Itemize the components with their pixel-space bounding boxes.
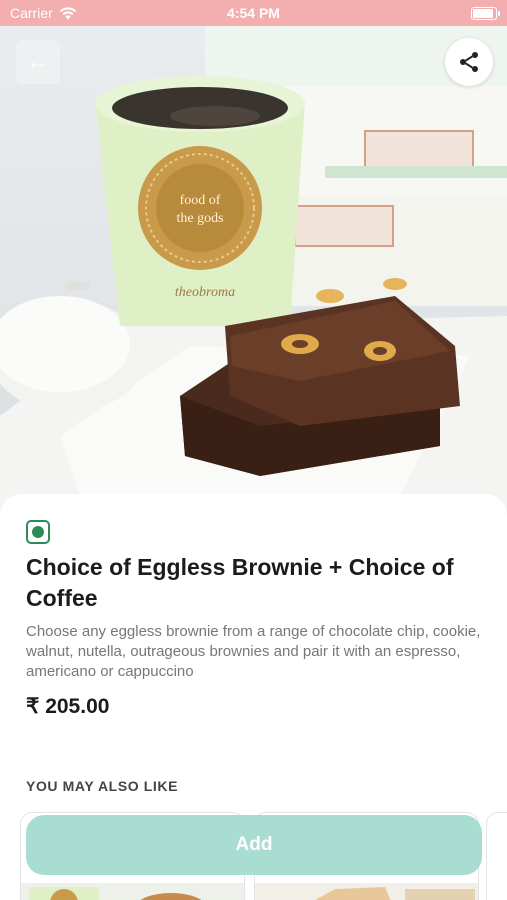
arrow-left-icon: ←: [26, 48, 50, 75]
svg-text:theobroma: theobroma: [175, 285, 235, 300]
product-description: Choose any eggless brownie from a range …: [26, 623, 481, 680]
product-detail-screen: Carrier 4:54 PM food of the gods theobro…: [0, 0, 507, 900]
product-price: ₹ 205.00: [26, 695, 110, 718]
product-title: Choice of Eggless Brownie + Choice of Co…: [26, 554, 454, 611]
section-heading-you-may-also-like: YOU MAY ALSO LIKE: [26, 778, 179, 794]
share-icon: [460, 52, 478, 72]
svg-text:the gods: the gods: [176, 211, 223, 226]
recommendation-card[interactable]: [486, 812, 507, 900]
battery-icon: [471, 6, 500, 20]
share-button[interactable]: [445, 38, 493, 86]
product-hero-image: food of the gods theobroma: [0, 26, 507, 516]
status-bar: Carrier 4:54 PM: [0, 0, 507, 26]
veg-indicator-dot: [32, 526, 44, 538]
back-button[interactable]: ←: [16, 40, 60, 84]
veg-indicator-icon: [26, 520, 50, 544]
recommendation-thumbnail: [21, 883, 244, 900]
svg-text:food of: food of: [180, 193, 221, 208]
status-time: 4:54 PM: [227, 5, 280, 21]
battery-level: [473, 8, 493, 18]
product-photo: food of the gods theobroma: [0, 26, 507, 516]
recommendation-thumbnail: [255, 883, 478, 900]
add-to-cart-button[interactable]: Add: [26, 815, 482, 875]
